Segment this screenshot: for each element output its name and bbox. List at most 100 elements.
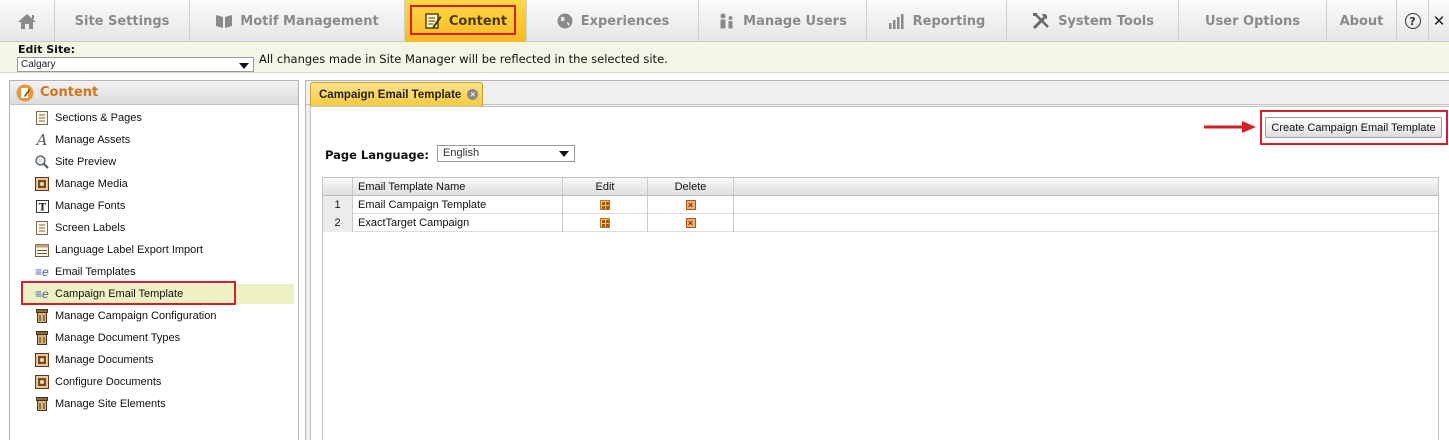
page-language-value: English (443, 147, 480, 159)
tab-campaign-email-template[interactable]: Campaign Email Template × (310, 82, 483, 106)
sidebar-item-configure-documents[interactable]: Configure Documents (24, 372, 294, 392)
page-icon (34, 110, 50, 126)
sidebar-item-manage-campaign-configuration[interactable]: Manage Campaign Configuration (24, 306, 294, 326)
bin-icon (34, 330, 50, 346)
delete-icon[interactable]: × (685, 200, 696, 210)
create-campaign-email-template-button[interactable]: Create Campaign Email Template (1265, 117, 1442, 138)
sidebar-item-manage-media[interactable]: Manage Media (24, 174, 294, 194)
page-language-select[interactable]: English (437, 145, 575, 162)
edit-site-bar: Edit Site: Calgary All changes made in S… (0, 42, 1449, 73)
nav-manage-users[interactable]: Manage Users (699, 0, 867, 42)
nav-site-settings[interactable]: Site Settings (55, 0, 190, 42)
sidebar-item-email-templates[interactable]: ≡e Email Templates (24, 262, 294, 282)
nav-label: Content (448, 13, 508, 29)
nav-label: About (1339, 13, 1384, 29)
sidebar-item-manage-document-types[interactable]: Manage Document Types (24, 328, 294, 348)
sidebar-item-label: Campaign Email Template (55, 288, 184, 300)
sidebar-item-label: Language Label Export Import (55, 244, 203, 256)
delete-cell: × (648, 196, 734, 214)
close-icon[interactable]: ✕ (1429, 0, 1449, 42)
motif-icon (215, 13, 233, 29)
table-row[interactable]: 2 ExactTarget Campaign × (323, 214, 1438, 232)
sidebar-item-label: Manage Documents (55, 354, 154, 366)
nav-about[interactable]: About (1327, 0, 1397, 42)
nav-label: Reporting (912, 13, 986, 29)
nav-reporting[interactable]: Reporting (867, 0, 1007, 42)
column-header-name[interactable]: Email Template Name (353, 178, 563, 196)
edit-cell (563, 214, 648, 232)
sidebar-item-label: Manage Campaign Configuration (55, 310, 217, 322)
media-icon (34, 352, 50, 368)
help-icon: ? (1404, 13, 1421, 29)
edit-icon[interactable] (600, 218, 610, 228)
content-panel: Create Campaign Email Template Page Lang… (310, 106, 1449, 440)
sidebar-item-sections-pages[interactable]: Sections & Pages (24, 108, 294, 128)
sidebar-item-campaign-email-template[interactable]: ≡e Campaign Email Template (24, 284, 294, 304)
column-header-number (323, 178, 353, 196)
sidebar-item-label: Manage Document Types (55, 332, 181, 344)
content-sidebar: Content Sections & Pages A Manage Assets… (9, 80, 299, 440)
template-name: Email Campaign Template (353, 196, 563, 214)
nav-system-tools[interactable]: System Tools (1007, 0, 1179, 42)
tab-strip: Campaign Email Template × (306, 81, 1449, 106)
globe-icon (556, 12, 574, 30)
main-content: Campaign Email Template × Create Campaig… (305, 80, 1449, 440)
sidebar-item-label: Manage Site Elements (55, 398, 166, 410)
email-icon: ≡e (35, 287, 49, 301)
sidebar-item-manage-documents[interactable]: Manage Documents (24, 350, 294, 370)
nav-motif-management[interactable]: Motif Management (190, 0, 405, 42)
table-row[interactable]: 1 Email Campaign Template × (323, 196, 1438, 214)
template-name: ExactTarget Campaign (353, 214, 563, 232)
sidebar-item-manage-assets[interactable]: A Manage Assets (24, 130, 294, 150)
media-icon (34, 374, 50, 390)
magnifier-icon (34, 154, 50, 170)
close-tab-icon[interactable]: × (467, 89, 479, 100)
nav-content[interactable]: Content (405, 0, 527, 42)
tab-label: Campaign Email Template (319, 88, 462, 101)
nav-help[interactable]: ? (1397, 0, 1429, 42)
sidebar-item-screen-labels[interactable]: Screen Labels (24, 218, 294, 238)
nav-label: Experiences (580, 13, 670, 29)
page-language-label: Page Language: (325, 148, 429, 162)
delete-cell: × (648, 214, 734, 232)
svg-text:T: T (38, 202, 46, 213)
content-icon (424, 12, 442, 30)
bin-icon (34, 396, 50, 412)
table-icon (34, 242, 50, 258)
nav-user-options[interactable]: User Options (1179, 0, 1327, 42)
edit-icon[interactable] (600, 200, 610, 210)
sidebar-item-language-label-export-import[interactable]: Language Label Export Import (24, 240, 294, 260)
column-header-edit[interactable]: Edit (563, 178, 648, 196)
delete-icon[interactable]: × (685, 218, 696, 228)
grid-header: Email Template Name Edit Delete (323, 178, 1438, 196)
sidebar-item-label: Manage Media (55, 178, 128, 190)
users-icon (718, 12, 736, 30)
chevron-down-icon (559, 151, 569, 157)
bar-chart-icon (888, 13, 906, 29)
nav-label: Site Settings (74, 13, 170, 29)
sidebar-item-manage-fonts[interactable]: T Manage Fonts (24, 196, 294, 216)
chevron-down-icon (239, 63, 249, 69)
content-icon (16, 84, 34, 102)
site-select[interactable]: Calgary (17, 57, 254, 72)
column-header-delete[interactable]: Delete (648, 178, 734, 196)
sidebar-item-manage-site-elements[interactable]: Manage Site Elements (24, 394, 294, 414)
edit-site-label: Edit Site: (18, 43, 76, 56)
row-number: 2 (323, 214, 353, 232)
sidebar-item-site-preview[interactable]: Site Preview (24, 152, 294, 172)
sidebar-header[interactable]: Content (10, 81, 298, 105)
media-icon (34, 176, 50, 192)
top-navigation: Site Settings Motif Management Content E… (0, 0, 1449, 42)
sidebar-item-label: Sections & Pages (55, 112, 142, 124)
font-t-icon: T (34, 198, 50, 214)
page-icon (34, 220, 50, 236)
row-filler (734, 214, 1438, 232)
nav-label: System Tools (1058, 13, 1154, 29)
site-select-value: Calgary (21, 59, 56, 70)
edit-cell (563, 196, 648, 214)
sidebar-item-label: Email Templates (55, 266, 136, 278)
nav-experiences[interactable]: Experiences (527, 0, 699, 42)
edit-site-message: All changes made in Site Manager will be… (259, 52, 668, 66)
sidebar-item-label: Site Preview (55, 156, 117, 168)
nav-home[interactable] (0, 0, 55, 42)
